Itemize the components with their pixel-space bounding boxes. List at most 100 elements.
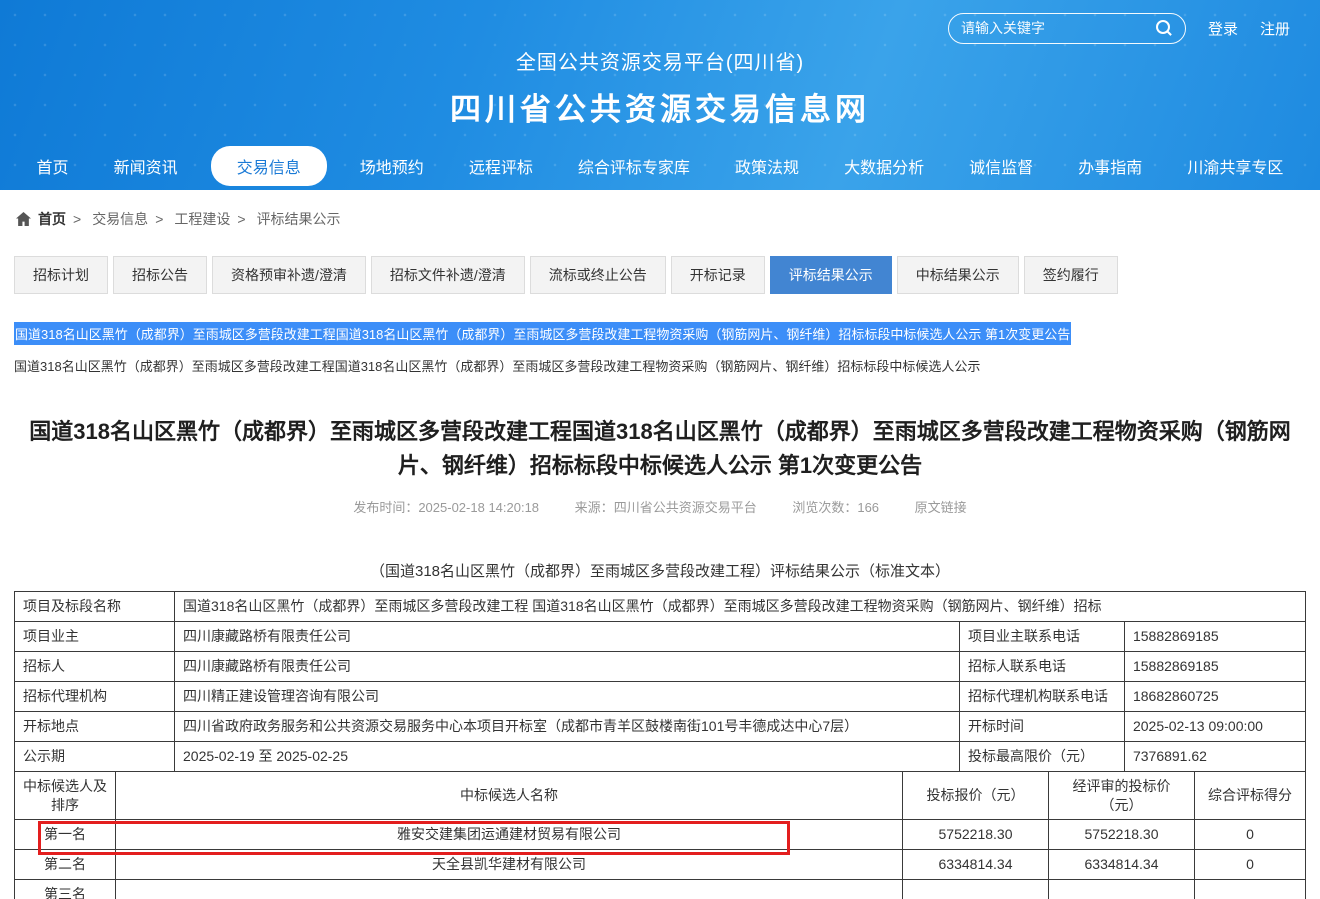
table-row-bid-opening: 开标地点 四川省政府政务服务和公共资源交易服务中心本项目开标室（成都市青羊区鼓楼… bbox=[15, 712, 1306, 742]
tab-bid-opening-record[interactable]: 开标记录 bbox=[671, 256, 765, 294]
table-row-candidate-3: 第三名 bbox=[15, 880, 1306, 899]
nav-item-big-data[interactable]: 大数据分析 bbox=[832, 147, 936, 185]
tab-failed-or-terminated[interactable]: 流标或终止公告 bbox=[530, 256, 666, 294]
nav-item-remote-evaluation[interactable]: 远程评标 bbox=[457, 147, 545, 185]
breadcrumb-separator: > bbox=[155, 211, 163, 227]
cell-value: 15882869185 bbox=[1124, 622, 1305, 652]
cell-rank: 第三名 bbox=[15, 880, 116, 899]
breadcrumb: 首页 > 交易信息 > 工程建设 > 评标结果公示 bbox=[0, 190, 1320, 248]
breadcrumb-item-evaluation-result[interactable]: 评标结果公示 bbox=[257, 209, 341, 229]
nav-item-service-guide[interactable]: 办事指南 bbox=[1066, 147, 1154, 185]
nav-item-sichuan-chongqing-zone[interactable]: 川渝共享专区 bbox=[1175, 147, 1295, 185]
nav-item-home[interactable]: 首页 bbox=[25, 147, 81, 185]
cell-value: 18682860725 bbox=[1124, 682, 1305, 712]
cell-candidate-name: 雅安交建集团运通建材贸易有限公司 bbox=[116, 820, 903, 850]
publish-time-value: 2025-02-18 14:20:18 bbox=[418, 500, 539, 515]
cell-value: 国道318名山区黑竹（成都界）至雨城区多营段改建工程 国道318名山区黑竹（成都… bbox=[175, 592, 1306, 622]
views-value: 166 bbox=[857, 500, 879, 515]
login-link[interactable]: 登录 bbox=[1208, 18, 1238, 39]
nav-item-integrity-supervision[interactable]: 诚信监督 bbox=[957, 147, 1045, 185]
project-info-table: 项目及标段名称 国道318名山区黑竹（成都界）至雨城区多营段改建工程 国道318… bbox=[14, 591, 1306, 772]
cell-value: 四川省政府政务服务和公共资源交易服务中心本项目开标室（成都市青羊区鼓楼南街101… bbox=[175, 712, 960, 742]
cell-reviewed-bid bbox=[1049, 880, 1195, 899]
cell-value: 四川精正建设管理咨询有限公司 bbox=[175, 682, 960, 712]
original-link[interactable]: 原文链接 bbox=[915, 500, 967, 515]
table-row-publicity-period: 公示期 2025-02-19 至 2025-02-25 投标最高限价（元） 73… bbox=[15, 742, 1306, 772]
cell-label: 招标代理机构 bbox=[15, 682, 175, 712]
cell-label: 投标最高限价（元） bbox=[959, 742, 1124, 772]
nav-item-trading-info[interactable]: 交易信息 bbox=[211, 146, 327, 186]
cell-reviewed-bid: 5752218.30 bbox=[1049, 820, 1195, 850]
breadcrumb-separator: > bbox=[73, 211, 81, 227]
announcement-title-link[interactable]: 国道318名山区黑竹（成都界）至雨城区多营段改建工程国道318名山区黑竹（成都界… bbox=[14, 356, 1306, 375]
breadcrumb-separator: > bbox=[237, 211, 245, 227]
site-subtitle: 全国公共资源交易平台(四川省) bbox=[0, 46, 1320, 75]
breadcrumb-item-engineering[interactable]: 工程建设 bbox=[174, 209, 230, 229]
breadcrumb-item-home[interactable]: 首页 bbox=[38, 209, 66, 229]
home-icon bbox=[16, 212, 31, 226]
table-row-project-name: 项目及标段名称 国道318名山区黑竹（成都界）至雨城区多营段改建工程 国道318… bbox=[15, 592, 1306, 622]
col-header-score: 综合评标得分 bbox=[1195, 772, 1306, 820]
tab-bidding-plan[interactable]: 招标计划 bbox=[14, 256, 108, 294]
cell-label: 项目业主联系电话 bbox=[959, 622, 1124, 652]
cell-label: 公示期 bbox=[15, 742, 175, 772]
category-tabs: 招标计划 招标公告 资格预审补遗/澄清 招标文件补遗/澄清 流标或终止公告 开标… bbox=[0, 248, 1320, 294]
site-title: 四川省公共资源交易信息网 bbox=[0, 84, 1320, 129]
cell-label: 招标人联系电话 bbox=[959, 652, 1124, 682]
selected-announcement-title[interactable]: 国道318名山区黑竹（成都界）至雨城区多营段改建工程国道318名山区黑竹（成都界… bbox=[14, 322, 1071, 345]
cell-value: 四川康藏路桥有限责任公司 bbox=[175, 652, 960, 682]
cell-label: 项目业主 bbox=[15, 622, 175, 652]
search-input[interactable] bbox=[961, 20, 1141, 36]
cell-value: 2025-02-13 09:00:00 bbox=[1124, 712, 1305, 742]
header-top-bar: 登录 注册 bbox=[0, 0, 1320, 44]
cell-rank: 第二名 bbox=[15, 850, 116, 880]
candidates-table: 中标候选人及排序 中标候选人名称 投标报价（元） 经评审的投标价（元） 综合评标… bbox=[14, 771, 1306, 899]
cell-score: 0 bbox=[1195, 850, 1306, 880]
breadcrumb-item-trading-info[interactable]: 交易信息 bbox=[92, 209, 148, 229]
tab-bidding-doc-addendum[interactable]: 招标文件补遗/澄清 bbox=[371, 256, 525, 294]
col-header-reviewed-bid: 经评审的投标价（元） bbox=[1049, 772, 1195, 820]
search-box bbox=[948, 13, 1186, 44]
cell-reviewed-bid: 6334814.34 bbox=[1049, 850, 1195, 880]
cell-value: 2025-02-19 至 2025-02-25 bbox=[175, 742, 960, 772]
tab-prequalification-addendum[interactable]: 资格预审补遗/澄清 bbox=[212, 256, 366, 294]
cell-label: 招标代理机构联系电话 bbox=[959, 682, 1124, 712]
nav-item-policies[interactable]: 政策法规 bbox=[723, 147, 811, 185]
table-row-project-owner: 项目业主 四川康藏路桥有限责任公司 项目业主联系电话 15882869185 bbox=[15, 622, 1306, 652]
table-row-candidate-1: 第一名 雅安交建集团运通建材贸易有限公司 5752218.30 5752218.… bbox=[15, 820, 1306, 850]
cell-candidate-name bbox=[116, 880, 903, 899]
cell-value: 四川康藏路桥有限责任公司 bbox=[175, 622, 960, 652]
cell-rank: 第一名 bbox=[15, 820, 116, 850]
cell-value: 7376891.62 bbox=[1124, 742, 1305, 772]
table-row-tenderer: 招标人 四川康藏路桥有限责任公司 招标人联系电话 15882869185 bbox=[15, 652, 1306, 682]
tab-winning-result[interactable]: 中标结果公示 bbox=[897, 256, 1019, 294]
nav-item-expert-database[interactable]: 综合评标专家库 bbox=[566, 147, 702, 185]
col-header-name: 中标候选人名称 bbox=[116, 772, 903, 820]
views-label: 浏览次数： bbox=[792, 500, 857, 515]
col-header-bid: 投标报价（元） bbox=[903, 772, 1049, 820]
tab-bidding-announcement[interactable]: 招标公告 bbox=[113, 256, 207, 294]
cell-label: 招标人 bbox=[15, 652, 175, 682]
main-nav: 首页 新闻资讯 交易信息 场地预约 远程评标 综合评标专家库 政策法规 大数据分… bbox=[0, 142, 1320, 190]
cell-bid bbox=[903, 880, 1049, 899]
publish-time-label: 发布时间： bbox=[353, 500, 418, 515]
cell-label: 开标时间 bbox=[959, 712, 1124, 742]
source-label: 来源： bbox=[575, 500, 614, 515]
cell-score bbox=[1195, 880, 1306, 899]
cell-candidate-name: 天全县凯华建材有限公司 bbox=[116, 850, 903, 880]
search-icon[interactable] bbox=[1155, 19, 1173, 37]
cell-bid: 6334814.34 bbox=[903, 850, 1049, 880]
cell-score: 0 bbox=[1195, 820, 1306, 850]
register-link[interactable]: 注册 bbox=[1260, 18, 1290, 39]
col-header-rank: 中标候选人及排序 bbox=[15, 772, 116, 820]
tab-contract-performance[interactable]: 签约履行 bbox=[1024, 256, 1118, 294]
tab-evaluation-result[interactable]: 评标结果公示 bbox=[770, 256, 892, 294]
table-row-candidate-2: 第二名 天全县凯华建材有限公司 6334814.34 6334814.34 0 bbox=[15, 850, 1306, 880]
site-titles: 全国公共资源交易平台(四川省) 四川省公共资源交易信息网 bbox=[0, 46, 1320, 129]
nav-item-venue-booking[interactable]: 场地预约 bbox=[348, 147, 436, 185]
candidates-header-row: 中标候选人及排序 中标候选人名称 投标报价（元） 经评审的投标价（元） 综合评标… bbox=[15, 772, 1306, 820]
cell-value: 15882869185 bbox=[1124, 652, 1305, 682]
nav-item-news[interactable]: 新闻资讯 bbox=[102, 147, 190, 185]
source-value: 四川省公共资源交易平台 bbox=[614, 500, 757, 515]
cell-label: 开标地点 bbox=[15, 712, 175, 742]
